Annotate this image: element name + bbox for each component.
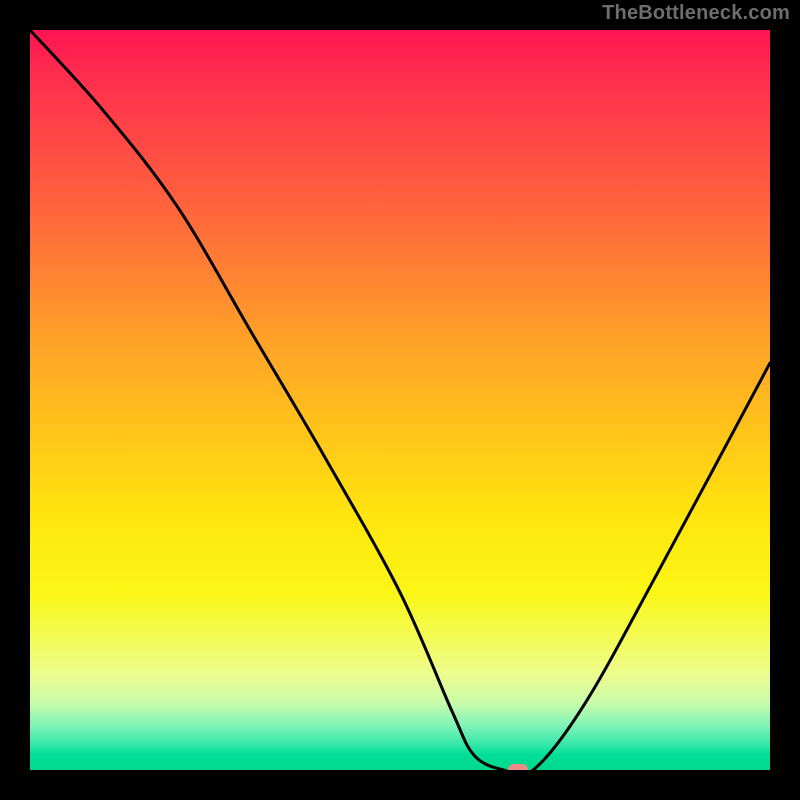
plot-area (30, 30, 770, 770)
attribution-label: TheBottleneck.com (602, 2, 790, 25)
chart-frame: TheBottleneck.com (0, 0, 800, 800)
optimal-marker (508, 764, 528, 770)
bottleneck-curve (30, 30, 770, 770)
